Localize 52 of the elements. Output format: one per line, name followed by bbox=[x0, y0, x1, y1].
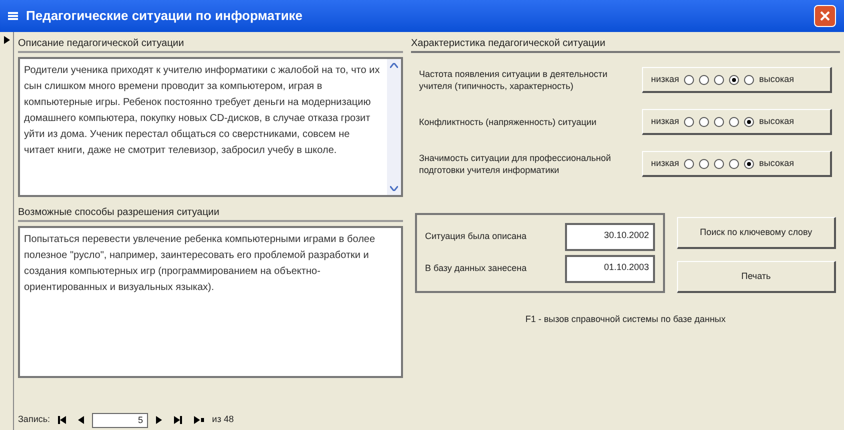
close-button[interactable] bbox=[814, 5, 836, 27]
navigator-label: Запись: bbox=[18, 413, 50, 426]
new-record-icon bbox=[194, 416, 204, 424]
scroll-down-icon bbox=[390, 186, 398, 191]
high-label: высокая bbox=[759, 114, 794, 128]
radio-button[interactable] bbox=[684, 158, 694, 168]
section-label: Описание педагогической ситуации bbox=[18, 36, 403, 53]
low-label: низкая bbox=[651, 114, 680, 128]
high-label: высокая bbox=[759, 72, 794, 86]
last-icon bbox=[174, 416, 182, 424]
criterion-label: Частота появления ситуации в деятельности учителя (типичность, характерность) bbox=[419, 68, 608, 92]
current-record-icon bbox=[4, 36, 10, 44]
radio-button[interactable] bbox=[744, 116, 754, 126]
help-hint: F1 - вызов справочной системы по базе данных bbox=[524, 313, 727, 326]
action-button[interactable]: Печать bbox=[677, 261, 836, 293]
criterion-label: Значимость ситуации для профессиональной подготовки учителя информатики bbox=[419, 152, 612, 176]
radio-button[interactable] bbox=[699, 158, 710, 168]
radio-button[interactable] bbox=[684, 74, 694, 84]
low-label: низкая bbox=[651, 156, 680, 170]
radio-button[interactable] bbox=[714, 158, 724, 168]
date-label: В базу данных занесена bbox=[425, 262, 527, 276]
radio-button[interactable] bbox=[744, 74, 754, 84]
high-label: высокая bbox=[759, 156, 794, 170]
close-icon bbox=[820, 11, 830, 21]
low-label: низкая bbox=[651, 72, 680, 86]
radio-button[interactable] bbox=[684, 116, 694, 126]
criterion-label: Конфликтность (напряженность) ситуации bbox=[419, 116, 598, 128]
section-label: Возможные способы разрешения ситуации bbox=[18, 205, 403, 222]
window-title: Педагогические ситуации по информатике bbox=[26, 7, 304, 26]
form-icon bbox=[8, 12, 18, 20]
radio-button[interactable] bbox=[699, 74, 710, 84]
record-number-field[interactable]: 5 bbox=[92, 412, 148, 428]
radio-button[interactable] bbox=[714, 74, 724, 84]
radio-button[interactable] bbox=[699, 116, 710, 126]
action-button[interactable]: Поиск по ключевому слову bbox=[677, 217, 836, 249]
first-icon bbox=[58, 416, 66, 424]
radio-button[interactable] bbox=[729, 74, 740, 84]
radio-button[interactable] bbox=[729, 158, 740, 168]
previous-icon bbox=[78, 416, 84, 424]
date-field[interactable]: 30.10.2002 bbox=[565, 223, 655, 251]
radio-button[interactable] bbox=[729, 116, 740, 126]
date-label: Ситуация была описана bbox=[425, 230, 526, 244]
solutions-field[interactable]: Попытаться перевести увлечение ребенка компьютерными играми в более полезное "русло", например, заинтересовать его проблемой разработки и создания компьютерных игр (программированием на объектно-ориентированных и визуальных языках). bbox=[18, 226, 403, 378]
scrollbar[interactable] bbox=[387, 59, 401, 195]
section-label: Характеристика педагогической ситуации bbox=[411, 36, 840, 53]
record-count: из 48 bbox=[212, 413, 234, 426]
radio-button[interactable] bbox=[744, 158, 754, 168]
scroll-up-icon bbox=[390, 63, 398, 68]
next-icon bbox=[156, 416, 162, 424]
radio-button[interactable] bbox=[714, 116, 724, 126]
date-field[interactable]: 01.10.2003 bbox=[565, 255, 655, 283]
description-field[interactable]: Родители ученика приходят к учителю информатики с жалобой на то, что их сын слишком много времени проводит за компьютером, играя в компьютерные игры. Ребенок постоянно требует деньги на модернизацию домашнего компьютера, покупку новых CD-дисков, в случае отказа грозит уйти из дома. Ученик перестал общаться со сверстниками, совсем не читает книги, даже не смотрит телевизор, забросил учебу в школе. bbox=[18, 57, 403, 197]
